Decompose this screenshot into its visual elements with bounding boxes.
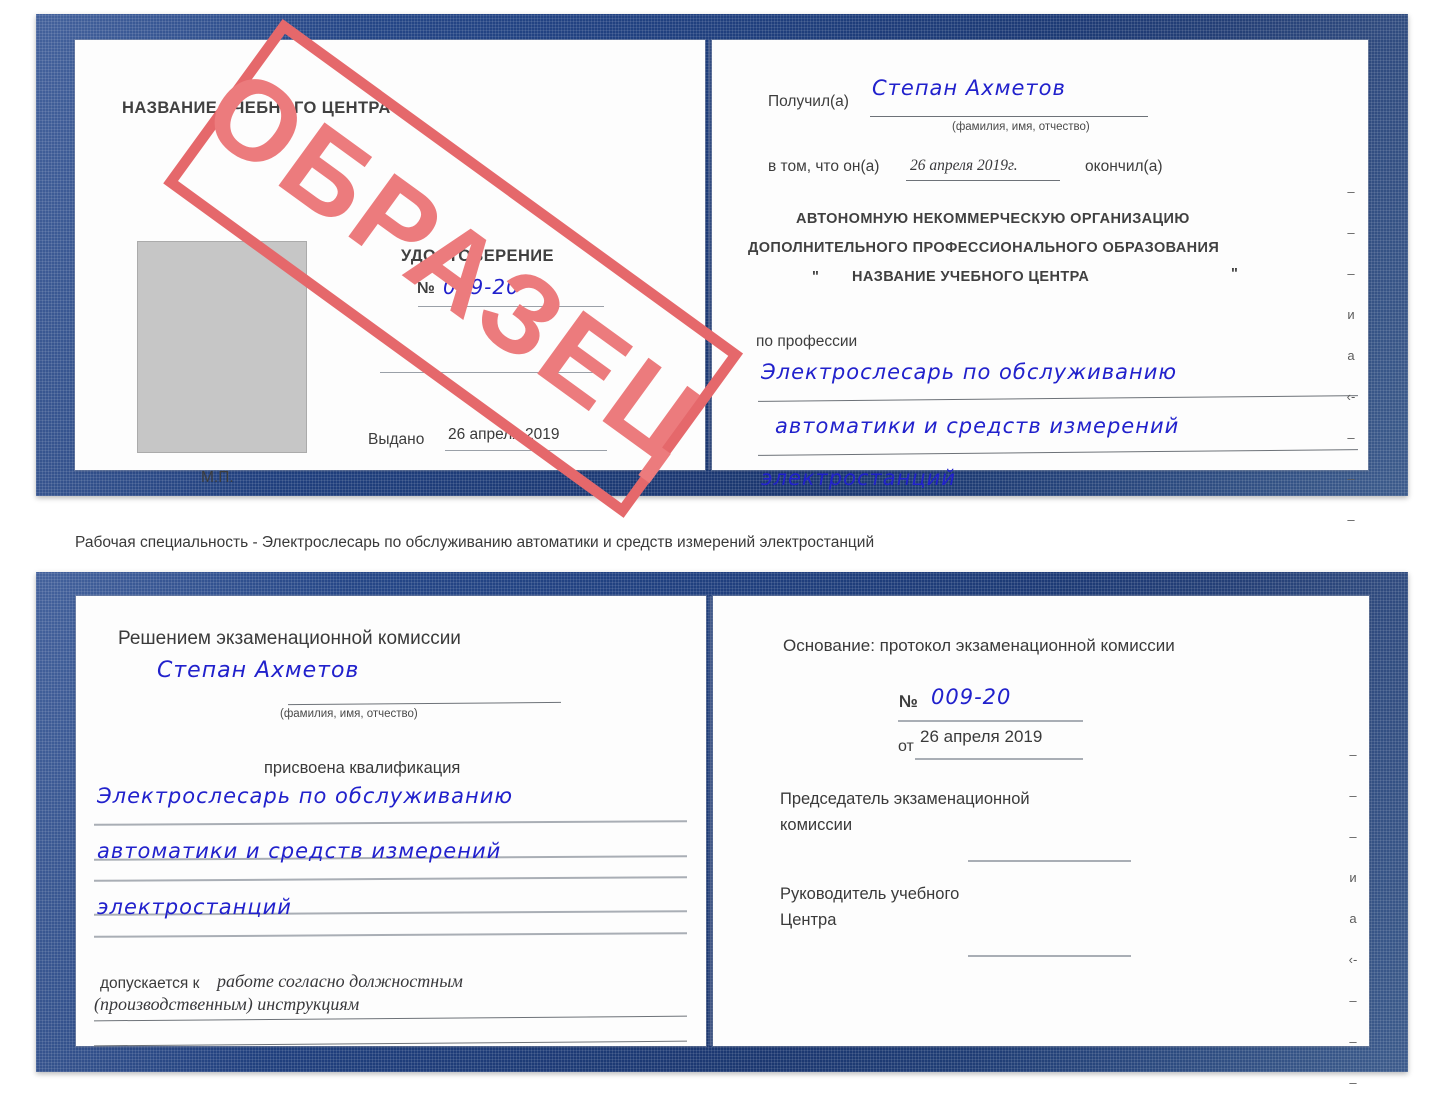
qualification-label: присвоена квалификация: [264, 759, 461, 777]
edge-mark: –: [1347, 184, 1355, 199]
edge-mark: –: [1349, 993, 1357, 1008]
edge-mark: а: [1349, 911, 1357, 926]
seal-label: М.П.: [201, 469, 234, 486]
admitted-line2: (производственным) инструкциям: [94, 994, 360, 1014]
edge-mark: ‹-: [1346, 389, 1356, 404]
received-label: Получил(а): [768, 93, 849, 110]
edge-mark: и: [1349, 870, 1357, 885]
qualification-rule1: [93, 820, 688, 826]
issued-rule: [445, 450, 607, 451]
qualification-line1: Электрослесарь по обслуживанию: [97, 784, 514, 808]
back-number-value: 009-20: [931, 685, 1012, 709]
in-that-label: в том, что он(а): [768, 158, 880, 175]
profession-line1: Электрослесарь по обслуживанию: [761, 360, 1178, 384]
profession-label: по профессии: [756, 333, 858, 350]
admitted-rule1: [94, 1015, 687, 1022]
org-line3: НАЗВАНИЕ УЧЕБНОГО ЦЕНТРА: [852, 269, 1090, 285]
front-left-page: НАЗВАНИЕ УЧЕБНОГО ЦЕНТРА УДОСТОВЕРЕНИЕ №…: [75, 40, 705, 486]
edge-mark: и: [1347, 307, 1355, 322]
back-date-rule: [915, 758, 1083, 760]
head-line1: Руководитель учебного: [780, 885, 960, 903]
back-edge-marks: – – – и а ‹- – – –: [1344, 748, 1362, 1117]
certificate-back-book: Решением экзаменационной комиссии Степан…: [36, 572, 1408, 1089]
admitted-rule2: [94, 1040, 687, 1047]
back-date-label: от: [898, 738, 914, 755]
back-number-label: №: [899, 692, 918, 711]
book-spine-front: [708, 40, 711, 470]
back-name-rule: [288, 701, 561, 706]
edge-mark: –: [1347, 430, 1355, 445]
profession-rule1: [758, 395, 1358, 402]
received-rule: [870, 116, 1148, 117]
head-line2: Центра: [780, 911, 837, 929]
front-right-page: Получил(а) Степан Ахметов (фамилия, имя,…: [712, 40, 1368, 526]
name-hint-front: (фамилия, имя, отчество): [952, 121, 1090, 133]
basis-label: Основание: протокол экзаменационной коми…: [783, 636, 1175, 655]
decision-title: Решением экзаменационной комиссии: [118, 628, 461, 649]
number-value-front: 009-20: [443, 275, 520, 299]
qualification-line2: автоматики и средств измерений: [97, 839, 502, 863]
admitted-label: допускается к: [100, 975, 200, 992]
back-right-page: Основание: протокол экзаменационной коми…: [713, 596, 1369, 1089]
edge-mark: –: [1347, 512, 1355, 527]
profession-line3: электростанций: [761, 466, 956, 490]
photo-placeholder: [137, 241, 307, 453]
chairman-line1: Председатель экзаменационной: [780, 790, 1030, 808]
extra-rule-front: [380, 372, 605, 373]
edge-mark: а: [1347, 348, 1355, 363]
number-label-front: №: [417, 280, 435, 297]
certificate-front-book: НАЗВАНИЕ УЧЕБНОГО ЦЕНТРА УДОСТОВЕРЕНИЕ №…: [36, 14, 1408, 526]
edge-mark: –: [1347, 266, 1355, 281]
edge-mark: –: [1349, 788, 1357, 803]
org-line2: ДОПОЛНИТЕЛЬНОГО ПРОФЕССИОНАЛЬНОГО ОБРАЗО…: [748, 240, 1220, 256]
number-rule-front: [418, 306, 604, 307]
qualification-rule3b: [93, 932, 688, 938]
image-caption: Рабочая специальность - Электрослесарь п…: [75, 534, 875, 551]
document-title: УДОСТОВЕРЕНИЕ: [401, 247, 554, 265]
back-left-page: Решением экзаменационной комиссии Степан…: [76, 596, 706, 1047]
edge-mark: –: [1347, 225, 1355, 240]
back-name-hint: (фамилия, имя, отчество): [280, 708, 418, 720]
edge-mark: –: [1349, 747, 1357, 762]
head-signature-rule: [968, 955, 1131, 957]
back-number-rule: [898, 720, 1083, 722]
issued-value: 26 апреля 2019: [448, 426, 560, 443]
qualification-line3: электростанций: [97, 895, 292, 919]
profession-rule2: [758, 449, 1358, 456]
book-spine-back: [709, 596, 712, 1046]
in-that-value: 26 апреля 2019г.: [910, 157, 1018, 174]
qualification-rule2b: [93, 876, 688, 882]
edge-mark: –: [1347, 471, 1355, 486]
edge-mark: –: [1349, 1034, 1357, 1049]
in-that-rule: [906, 180, 1060, 181]
edge-mark: –: [1349, 829, 1357, 844]
org-title-front: НАЗВАНИЕ УЧЕБНОГО ЦЕНТРА: [122, 99, 391, 117]
chairman-signature-rule: [968, 860, 1131, 862]
org-quote-open: ": [812, 269, 820, 285]
edge-mark: –: [1349, 1075, 1357, 1090]
edge-mark: ‹-: [1348, 952, 1358, 967]
chairman-line2: комиссии: [780, 816, 853, 834]
front-edge-marks: – – – и а ‹- – – –: [1342, 185, 1360, 554]
finished-label: окончил(а): [1085, 158, 1163, 175]
back-date-value: 26 апреля 2019: [920, 727, 1043, 746]
issued-label: Выдано: [368, 431, 425, 448]
received-value: Степан Ахметов: [872, 76, 1066, 100]
org-quote-close: ": [1231, 266, 1239, 282]
org-line1: АВТОНОМНУЮ НЕКОММЕРЧЕСКУЮ ОРГАНИЗАЦИЮ: [796, 211, 1190, 227]
admitted-line1: работе согласно должностным: [217, 971, 463, 991]
back-name-value: Степан Ахметов: [157, 658, 360, 683]
profession-line2: автоматики и средств измерений: [775, 414, 1180, 438]
